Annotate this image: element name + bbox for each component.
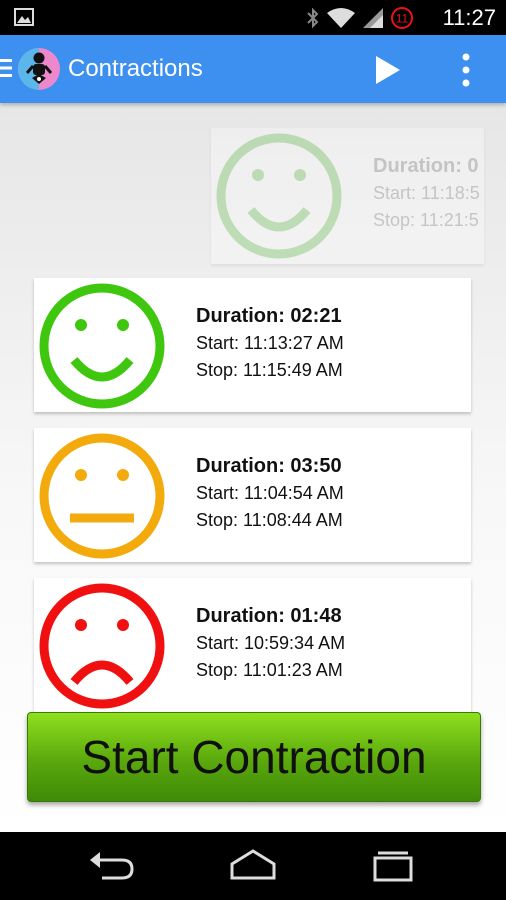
stop-time: Stop: 11:01:23 AM — [196, 660, 343, 680]
baby-figure-icon — [18, 48, 53, 90]
happy-face-icon — [39, 283, 165, 409]
svg-text:11: 11 — [396, 12, 409, 26]
start-time: Start: 11:13:27 AM — [196, 333, 344, 353]
start-time: Start: 11:18:5 — [373, 183, 480, 203]
action-bar: Contractions — [0, 35, 506, 103]
happy-face-icon — [216, 133, 342, 259]
contraction-card[interactable]: Duration: 01:48 Start: 10:59:34 AM Stop:… — [34, 578, 471, 712]
status-bar: 11 11:27 — [0, 0, 506, 35]
duration-label: Duration: 02:21 — [196, 305, 342, 327]
start-time: Start: 10:59:34 AM — [196, 633, 346, 653]
contraction-card[interactable]: Duration: 02:21 Start: 11:13:27 AM Stop:… — [34, 278, 471, 412]
stop-time: Stop: 11:21:5 — [373, 210, 479, 230]
bluetooth-icon — [307, 7, 319, 29]
play-icon[interactable] — [370, 53, 404, 87]
start-contraction-button[interactable]: Start Contraction — [27, 712, 481, 802]
duration-label: Duration: 0 — [373, 155, 479, 177]
contraction-card[interactable]: Duration: 0 Start: 11:18:5 Stop: 11:21:5 — [211, 128, 484, 264]
stop-time: Stop: 11:08:44 AM — [196, 510, 343, 530]
home-icon[interactable] — [228, 848, 278, 884]
contraction-card[interactable]: Duration: 03:50 Start: 11:04:54 AM Stop:… — [34, 428, 471, 562]
recents-icon[interactable] — [368, 848, 418, 884]
wifi-icon — [327, 8, 355, 28]
duration-label: Duration: 01:48 — [196, 605, 342, 627]
image-notification-icon — [14, 8, 34, 26]
navigation-bar — [0, 832, 506, 900]
signal-icon — [363, 8, 383, 28]
baby-app-icon[interactable] — [18, 48, 60, 90]
neutral-face-icon — [39, 433, 165, 559]
start-time: Start: 11:04:54 AM — [196, 483, 344, 503]
back-icon[interactable] — [88, 848, 138, 884]
app-title: Contractions — [68, 55, 203, 82]
status-icons: 11 — [306, 6, 414, 30]
drawer-icon[interactable] — [0, 57, 14, 79]
overflow-menu-icon[interactable] — [456, 53, 476, 87]
stop-time: Stop: 11:15:49 AM — [196, 360, 343, 380]
start-contraction-label: Start Contraction — [81, 731, 427, 783]
sad-face-icon — [39, 583, 165, 709]
battery-alert-icon: 11 — [391, 7, 413, 29]
status-time: 11:27 — [442, 5, 496, 30]
duration-label: Duration: 03:50 — [196, 455, 342, 477]
